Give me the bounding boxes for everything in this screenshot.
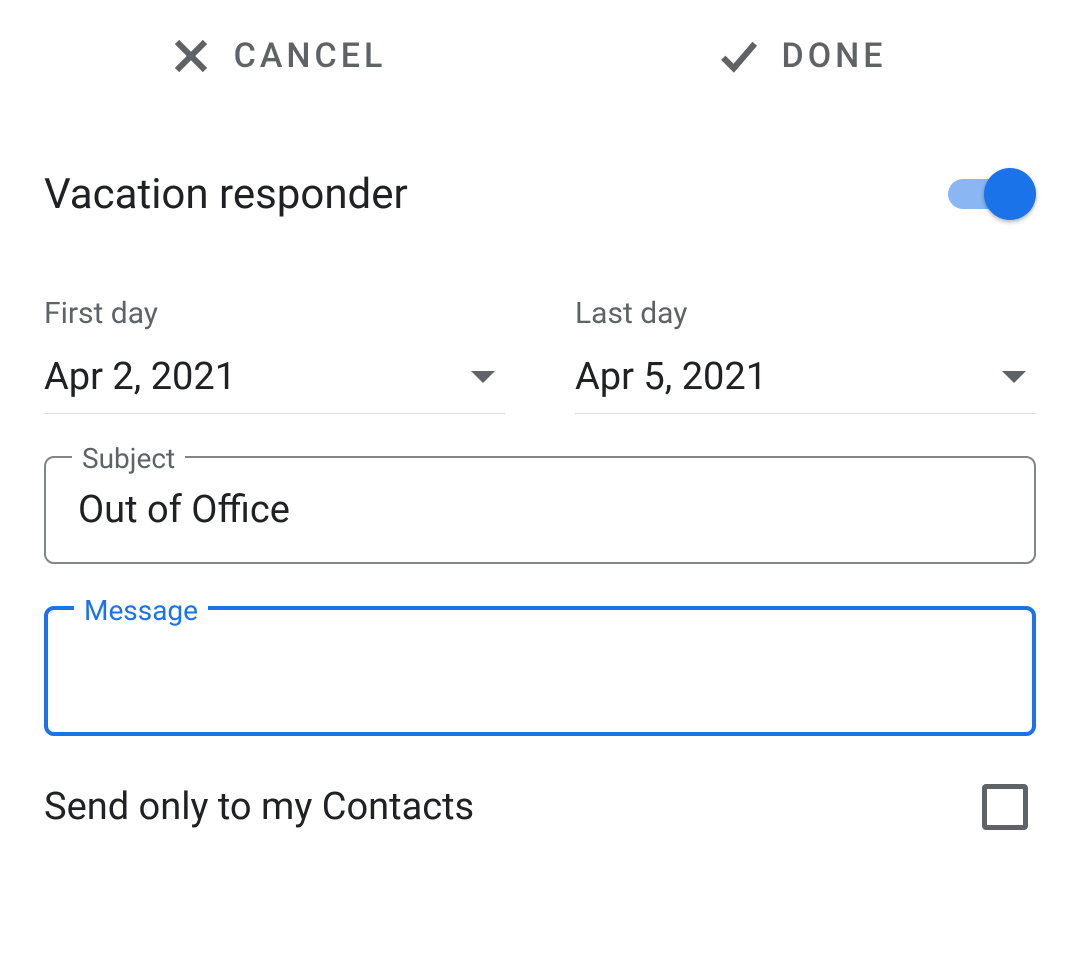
toggle-knob bbox=[984, 168, 1036, 220]
last-day-value: Apr 5, 2021 bbox=[575, 355, 767, 399]
done-label: DONE bbox=[782, 36, 887, 76]
first-day-field: First day Apr 2, 2021 bbox=[44, 296, 505, 414]
contacts-only-row: Send only to my Contacts bbox=[0, 736, 1080, 830]
caret-down-icon bbox=[471, 371, 495, 383]
contacts-only-label: Send only to my Contacts bbox=[44, 785, 474, 829]
section-title-row: Vacation responder bbox=[0, 112, 1080, 240]
header-bar: CANCEL DONE bbox=[0, 0, 1080, 112]
close-icon bbox=[170, 35, 212, 77]
first-day-value: Apr 2, 2021 bbox=[44, 355, 236, 399]
message-input[interactable] bbox=[78, 636, 1002, 706]
message-field-container: Message bbox=[0, 606, 1080, 736]
message-field[interactable]: Message bbox=[44, 606, 1036, 736]
done-button[interactable]: DONE bbox=[540, 35, 1064, 77]
last-day-label: Last day bbox=[575, 296, 1036, 331]
section-title: Vacation responder bbox=[44, 170, 408, 219]
caret-down-icon bbox=[1002, 371, 1026, 383]
cancel-button[interactable]: CANCEL bbox=[16, 35, 540, 77]
message-label: Message bbox=[74, 594, 208, 627]
contacts-only-checkbox[interactable] bbox=[982, 784, 1028, 830]
first-day-label: First day bbox=[44, 296, 505, 331]
check-icon bbox=[718, 35, 760, 77]
last-day-field: Last day Apr 5, 2021 bbox=[575, 296, 1036, 414]
cancel-label: CANCEL bbox=[234, 36, 387, 76]
vacation-responder-toggle[interactable] bbox=[948, 168, 1036, 220]
subject-field-container: Subject Out of Office bbox=[0, 456, 1080, 564]
date-range-row: First day Apr 2, 2021 Last day Apr 5, 20… bbox=[0, 240, 1080, 414]
subject-label: Subject bbox=[72, 442, 185, 475]
last-day-picker[interactable]: Apr 5, 2021 bbox=[575, 355, 1036, 414]
subject-input[interactable]: Out of Office bbox=[78, 486, 1002, 534]
subject-field[interactable]: Subject Out of Office bbox=[44, 456, 1036, 564]
first-day-picker[interactable]: Apr 2, 2021 bbox=[44, 355, 505, 414]
